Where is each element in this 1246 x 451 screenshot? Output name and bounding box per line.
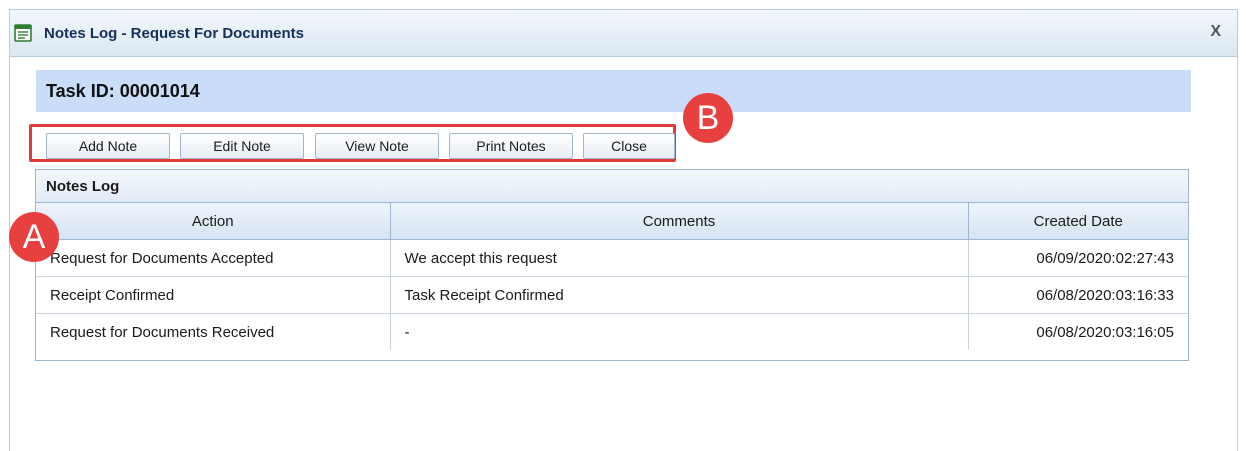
cell-action: Receipt Confirmed — [36, 276, 391, 314]
table-row[interactable]: Request for Documents Accepted We accept… — [36, 239, 1188, 277]
window-title: Notes Log - Request For Documents — [44, 25, 305, 42]
edit-note-button[interactable]: Edit Note — [180, 133, 304, 159]
notes-table: Action Comments Created Date Request for… — [36, 203, 1188, 350]
cell-action: Request for Documents Received — [36, 313, 391, 350]
column-header-created-date[interactable]: Created Date — [968, 203, 1188, 240]
cell-comments: We accept this request — [390, 239, 969, 277]
task-id-label: Task ID: 00001014 — [46, 81, 200, 101]
close-icon[interactable]: X — [1210, 23, 1221, 41]
grid-caption: Notes Log — [36, 170, 1188, 203]
view-note-button[interactable]: View Note — [315, 133, 439, 159]
notes-window-icon — [14, 24, 32, 42]
table-row[interactable]: Request for Documents Received - 06/08/2… — [36, 313, 1188, 350]
cell-created-date: 06/08/2020:03:16:33 — [968, 276, 1188, 314]
table-header-row: Action Comments Created Date — [36, 203, 1188, 240]
cell-created-date: 06/08/2020:03:16:05 — [1036, 323, 1174, 341]
cell-comments: Task Receipt Confirmed — [390, 276, 969, 314]
annotation-badge-a: A — [9, 212, 59, 262]
print-notes-button[interactable]: Print Notes — [449, 133, 573, 159]
annotation-badge-b: B — [683, 93, 733, 143]
cell-action: Request for Documents Accepted — [36, 239, 391, 277]
close-button[interactable]: Close — [583, 133, 675, 159]
table-row[interactable]: Receipt Confirmed Task Receipt Confirmed… — [36, 276, 1188, 314]
column-header-comments[interactable]: Comments — [390, 203, 969, 240]
cell-created-date: 06/09/2020:02:27:43 — [968, 239, 1188, 277]
add-note-button[interactable]: Add Note — [46, 133, 170, 159]
notes-log-grid: Notes Log Action Comments Created Date R… — [35, 169, 1189, 361]
grid-caption-text: Notes Log — [46, 178, 120, 195]
column-header-action[interactable]: Action — [36, 203, 391, 240]
cell-comments: - — [390, 313, 969, 350]
title-bar: Notes Log - Request For Documents X — [10, 10, 1237, 57]
task-header: Task ID: 00001014 — [36, 70, 1191, 112]
